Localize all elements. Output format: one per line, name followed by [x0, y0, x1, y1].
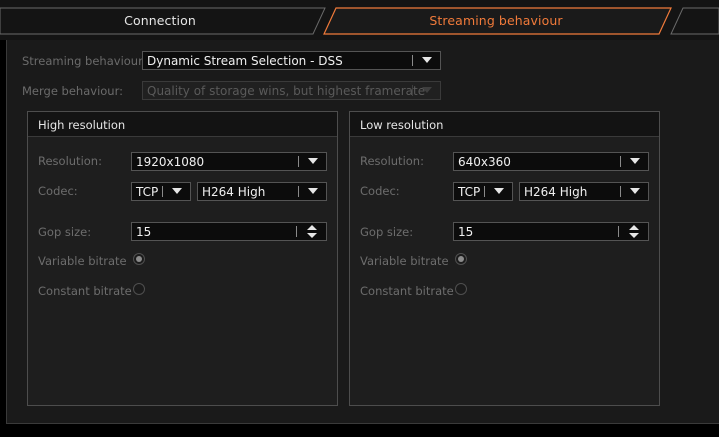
- high-codec-select[interactable]: H264 High: [197, 182, 327, 201]
- chevron-down-icon[interactable]: [494, 188, 504, 194]
- gop-size-label: Gop size:: [38, 225, 92, 239]
- high-constant-bitrate-radio[interactable]: [133, 283, 145, 295]
- codec-label: Codec:: [360, 184, 400, 198]
- protocol-value: TCP: [136, 185, 159, 199]
- high-resolution-select[interactable]: 1920x1080: [131, 152, 327, 171]
- codec-value: H264 High: [524, 185, 588, 199]
- low-gop-size-spinner[interactable]: 15: [453, 222, 649, 241]
- dropdown-separator: [412, 85, 413, 96]
- variable-bitrate-label: Variable bitrate: [38, 254, 127, 268]
- spin-up-icon[interactable]: [307, 225, 317, 230]
- chevron-down-icon[interactable]: [630, 188, 640, 194]
- group-header: Low resolution: [350, 112, 659, 137]
- resolution-value: 1920x1080: [136, 155, 205, 169]
- gop-size-value: 15: [458, 225, 474, 239]
- tab-streaming-behaviour[interactable]: Streaming behaviour: [326, 13, 666, 28]
- dropdown-separator: [620, 156, 621, 167]
- codec-value: H264 High: [202, 185, 266, 199]
- tab-connection[interactable]: Connection: [0, 13, 320, 28]
- streaming-behaviour-value: Dynamic Stream Selection - DSS: [147, 54, 343, 68]
- constant-bitrate-label: Constant bitrate: [360, 284, 454, 298]
- streaming-settings-panel: Streaming behaviour: Dynamic Stream Sele…: [6, 40, 719, 424]
- chevron-down-icon[interactable]: [422, 87, 432, 93]
- tab-strip: Connection Streaming behaviour: [0, 0, 719, 40]
- chevron-down-icon[interactable]: [422, 57, 432, 63]
- low-resolution-title: Low resolution: [360, 118, 444, 132]
- spin-up-icon[interactable]: [629, 225, 639, 230]
- dropdown-separator: [484, 186, 485, 197]
- merge-behaviour-select[interactable]: Quality of storage wins, but highest fra…: [142, 81, 441, 100]
- chevron-down-icon[interactable]: [308, 158, 318, 164]
- low-protocol-select[interactable]: TCP: [453, 182, 513, 201]
- spin-down-icon[interactable]: [629, 233, 639, 238]
- low-codec-select[interactable]: H264 High: [519, 182, 649, 201]
- spinner-separator: [618, 226, 619, 237]
- resolution-label: Resolution:: [38, 154, 102, 168]
- gop-size-value: 15: [136, 225, 152, 239]
- variable-bitrate-label: Variable bitrate: [360, 254, 449, 268]
- chevron-down-icon[interactable]: [308, 188, 318, 194]
- low-constant-bitrate-radio[interactable]: [455, 283, 467, 295]
- chevron-down-icon[interactable]: [172, 188, 182, 194]
- high-resolution-group: High resolution Resolution: 1920x1080 Co…: [27, 111, 338, 406]
- dropdown-separator: [162, 186, 163, 197]
- dropdown-separator: [298, 156, 299, 167]
- low-variable-bitrate-radio[interactable]: [455, 253, 467, 265]
- group-header: High resolution: [28, 112, 337, 137]
- spin-down-icon[interactable]: [307, 233, 317, 238]
- high-protocol-select[interactable]: TCP: [131, 182, 191, 201]
- protocol-value: TCP: [458, 185, 481, 199]
- low-resolution-group: Low resolution Resolution: 640x360 Codec…: [349, 111, 660, 406]
- dropdown-separator: [298, 186, 299, 197]
- resolution-label: Resolution:: [360, 154, 424, 168]
- streaming-behaviour-label: Streaming behaviour:: [22, 54, 147, 68]
- high-variable-bitrate-radio[interactable]: [133, 253, 145, 265]
- codec-label: Codec:: [38, 184, 78, 198]
- streaming-behaviour-select[interactable]: Dynamic Stream Selection - DSS: [142, 51, 441, 70]
- resolution-value: 640x360: [458, 155, 511, 169]
- high-resolution-title: High resolution: [38, 118, 126, 132]
- gop-size-label: Gop size:: [360, 225, 414, 239]
- dropdown-separator: [412, 55, 413, 66]
- merge-behaviour-label: Merge behaviour:: [22, 84, 123, 98]
- dropdown-separator: [620, 186, 621, 197]
- chevron-down-icon[interactable]: [630, 158, 640, 164]
- tab-next-shape: [670, 7, 719, 35]
- constant-bitrate-label: Constant bitrate: [38, 284, 132, 298]
- low-resolution-select[interactable]: 640x360: [453, 152, 649, 171]
- spinner-separator: [296, 226, 297, 237]
- merge-behaviour-value: Quality of storage wins, but highest fra…: [147, 84, 426, 98]
- high-gop-size-spinner[interactable]: 15: [131, 222, 327, 241]
